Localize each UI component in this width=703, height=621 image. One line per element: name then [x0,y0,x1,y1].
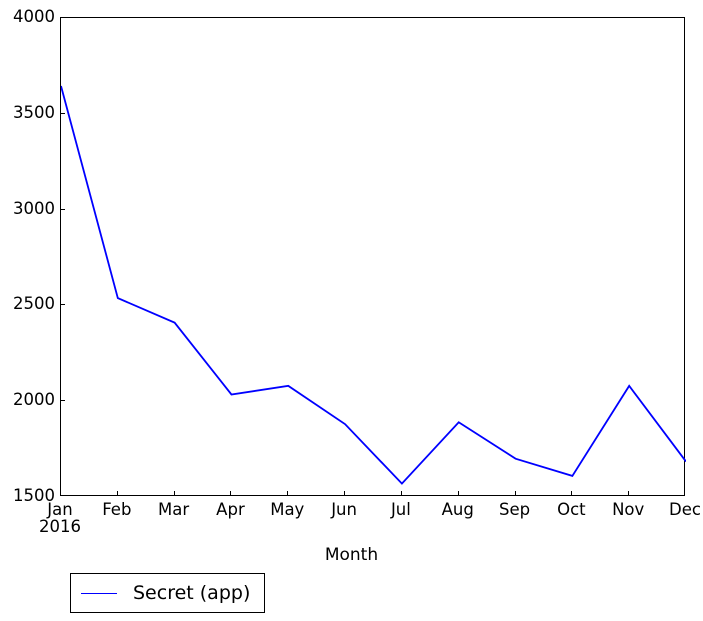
x-tick-label: Jul [390,500,411,519]
y-tick-label: 3000 [13,198,55,218]
x-tick-mark [173,491,175,496]
data-series-line-secret-app [61,85,686,485]
x-tick-mark [457,491,459,496]
plot-area [60,17,686,496]
y-tick-mark [60,112,65,114]
x-tick-mark [230,491,232,496]
legend-line-swatch-secret-app [81,592,117,594]
y-tick-label: 4000 [13,6,55,26]
x-tick-mark [287,491,289,496]
x-tick-label: Jan 2016 [39,500,81,537]
x-tick-mark [571,491,573,496]
x-tick-label: Aug [441,500,474,519]
line-chart-svg [61,85,686,485]
y-tick-mark [60,208,65,210]
y-tick-label: 3500 [13,102,55,122]
y-tick-label: 2500 [13,294,55,314]
x-tick-label: Apr [216,500,245,519]
x-tick-mark [628,491,630,496]
x-tick-label: Sep [498,500,531,519]
x-axis-title: Month [324,545,379,565]
legend-label-secret-app: Secret (app) [133,582,251,604]
chart-figure: 1500 2000 2500 3000 3500 4000 Month Secret (a… [0,0,703,621]
y-tick-mark [60,400,65,402]
x-tick-label: Jun [331,500,357,519]
y-tick-label: 2000 [13,389,55,409]
x-tick-mark [344,491,346,496]
x-tick-mark [400,491,402,496]
x-tick-mark [116,491,118,496]
y-tick-mark [60,304,65,306]
x-tick-label: Nov [612,500,645,519]
chart-legend: Secret (app) [70,573,266,613]
x-tick-label: May [270,500,305,519]
x-tick-label: Oct [557,500,586,519]
x-tick-label: Feb [102,500,132,519]
x-axis-period-label: 2016 [39,517,81,537]
x-tick-label: Mar [158,500,190,519]
x-tick-mark [514,491,516,496]
x-tick-label: Dec [669,500,701,519]
